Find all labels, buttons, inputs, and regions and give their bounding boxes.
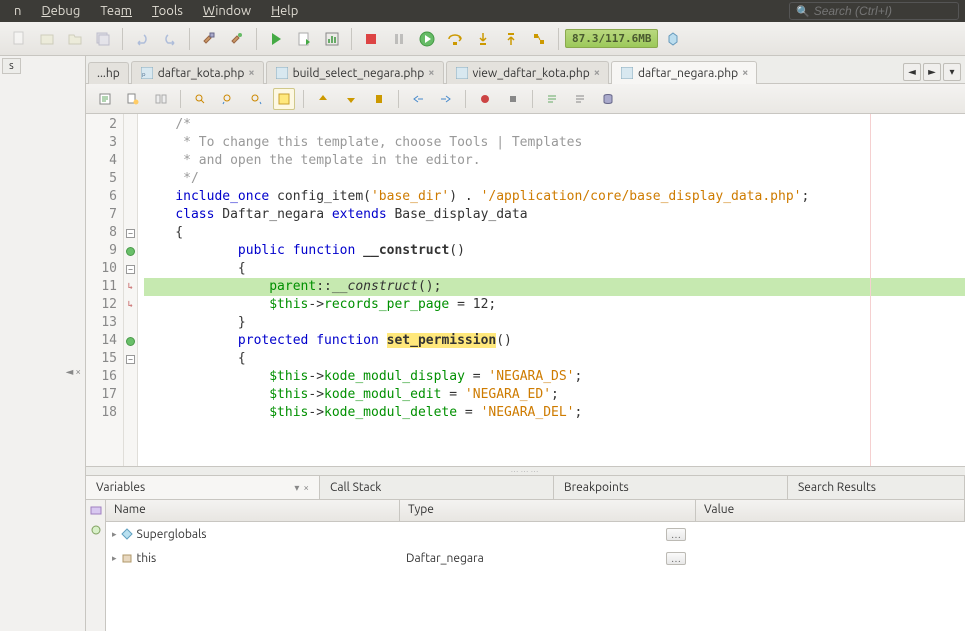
undo-button[interactable]: [129, 26, 155, 52]
menu-window[interactable]: Window: [195, 2, 259, 20]
ellipsis-button[interactable]: …: [666, 552, 686, 565]
bottom-side-icons: [86, 500, 106, 631]
left-sidebar: s ◄ ×: [0, 56, 86, 476]
search-icon: 🔍: [796, 5, 810, 18]
find-next-button[interactable]: [245, 88, 267, 110]
macro-record-button[interactable]: [474, 88, 496, 110]
php-file-icon: [620, 66, 634, 80]
diff-button[interactable]: [150, 88, 172, 110]
tab-prev-button[interactable]: ◄: [903, 63, 921, 81]
variable-row[interactable]: ▸Superglobals…: [106, 522, 965, 546]
variables-headers: Name Type Value: [106, 500, 965, 522]
close-icon[interactable]: ×: [75, 366, 81, 378]
find-prev-button[interactable]: [217, 88, 239, 110]
clean-build-button[interactable]: [224, 26, 250, 52]
php-file-icon: [455, 66, 469, 80]
editor-toolbar: [86, 84, 965, 114]
quick-search[interactable]: 🔍: [789, 2, 959, 20]
variables-rows: ▸Superglobals…▸thisDaftar_negara…: [106, 522, 965, 570]
macro-stop-button[interactable]: [502, 88, 524, 110]
bottom-left-gutter: [0, 476, 86, 631]
history-button[interactable]: [122, 88, 144, 110]
left-panel-controls: ◄ ×: [66, 366, 81, 378]
tab-daftar-negara[interactable]: daftar_negara.php×: [611, 61, 757, 84]
tab-next-button[interactable]: ►: [923, 63, 941, 81]
run-to-cursor-button[interactable]: [526, 26, 552, 52]
close-icon[interactable]: ×: [428, 67, 434, 79]
watch-icon[interactable]: [88, 522, 104, 538]
tab-build-select-negara[interactable]: build_select_negara.php×: [266, 61, 444, 84]
header-type[interactable]: Type: [400, 500, 696, 521]
find-button[interactable]: [189, 88, 211, 110]
run-button[interactable]: [263, 26, 289, 52]
variable-row[interactable]: ▸thisDaftar_negara…: [106, 546, 965, 570]
profile-button[interactable]: [319, 26, 345, 52]
source-button[interactable]: [94, 88, 116, 110]
prev-bookmark-button[interactable]: [312, 88, 334, 110]
main-toolbar: 87.3/117.6MB: [0, 22, 965, 56]
memory-indicator[interactable]: 87.3/117.6MB: [565, 29, 658, 48]
fold-gutter[interactable]: −−↳↳−: [124, 114, 138, 466]
bottom-panel: Variables ▾× Call Stack Breakpoints Sear…: [0, 476, 965, 631]
left-panel-tab[interactable]: s: [2, 58, 21, 74]
debug-button[interactable]: [291, 26, 317, 52]
new-file-button[interactable]: [6, 26, 32, 52]
tab-list-button[interactable]: ▾: [943, 63, 961, 81]
code-editor[interactable]: 23456789101112131415161718 −−↳↳− /* * To…: [86, 114, 965, 466]
ellipsis-button[interactable]: …: [666, 528, 686, 541]
class-icon[interactable]: [88, 502, 104, 518]
menu-debug[interactable]: Debug: [33, 2, 88, 20]
svg-text:p: p: [142, 71, 146, 78]
bottom-tabs: Variables ▾× Call Stack Breakpoints Sear…: [86, 476, 965, 500]
pause-button[interactable]: [386, 26, 412, 52]
shift-right-button[interactable]: [435, 88, 457, 110]
tab-variables[interactable]: Variables ▾×: [86, 476, 320, 499]
close-icon[interactable]: ×: [742, 67, 748, 79]
menu-team[interactable]: Team: [92, 2, 140, 20]
header-value[interactable]: Value: [696, 500, 965, 521]
right-margin-line: [870, 114, 871, 466]
comment-button[interactable]: [541, 88, 563, 110]
tab-callstack[interactable]: Call Stack: [320, 476, 554, 499]
php-file-icon: [275, 66, 289, 80]
redo-button[interactable]: [157, 26, 183, 52]
step-into-button[interactable]: [470, 26, 496, 52]
tab-search-results[interactable]: Search Results: [788, 476, 965, 499]
save-all-button[interactable]: [90, 26, 116, 52]
minimize-icon[interactable]: ▾: [294, 482, 299, 494]
new-project-button[interactable]: [34, 26, 60, 52]
editor-tabs-row: ...hp p daftar_kota.php× build_select_ne…: [86, 56, 965, 84]
line-number-gutter[interactable]: 23456789101112131415161718: [86, 114, 124, 466]
step-out-button[interactable]: [498, 26, 524, 52]
step-over-button[interactable]: [442, 26, 468, 52]
code-content[interactable]: /* * To change this template, choose Too…: [138, 114, 965, 466]
shift-left-button[interactable]: [407, 88, 429, 110]
tab-hp[interactable]: ...hp: [88, 62, 129, 84]
close-icon[interactable]: ×: [594, 67, 600, 79]
resize-handle[interactable]: ⋯⋯⋯: [86, 466, 965, 476]
toggle-bookmark-button[interactable]: [368, 88, 390, 110]
open-button[interactable]: [62, 26, 88, 52]
tab-daftar-kota[interactable]: p daftar_kota.php×: [131, 61, 264, 84]
tab-breakpoints[interactable]: Breakpoints: [554, 476, 788, 499]
build-button[interactable]: [196, 26, 222, 52]
search-input[interactable]: [814, 4, 952, 18]
mute-icon[interactable]: ◄: [66, 366, 74, 378]
close-icon[interactable]: ×: [303, 482, 309, 494]
next-bookmark-button[interactable]: [340, 88, 362, 110]
header-name[interactable]: Name: [106, 500, 400, 521]
gc-button[interactable]: [660, 26, 686, 52]
uncomment-button[interactable]: [569, 88, 591, 110]
continue-button[interactable]: [414, 26, 440, 52]
tab-view-daftar-kota[interactable]: view_daftar_kota.php×: [446, 61, 609, 84]
highlight-button[interactable]: [273, 88, 295, 110]
finish-debug-button[interactable]: [358, 26, 384, 52]
php-file-icon: p: [140, 66, 154, 80]
menu-run-fragment[interactable]: n: [6, 2, 29, 20]
db-button[interactable]: [597, 88, 619, 110]
menubar: n Debug Team Tools Window Help 🔍: [0, 0, 965, 22]
close-icon[interactable]: ×: [248, 67, 254, 79]
menu-help[interactable]: Help: [263, 2, 306, 20]
menu-tools[interactable]: Tools: [144, 2, 191, 20]
